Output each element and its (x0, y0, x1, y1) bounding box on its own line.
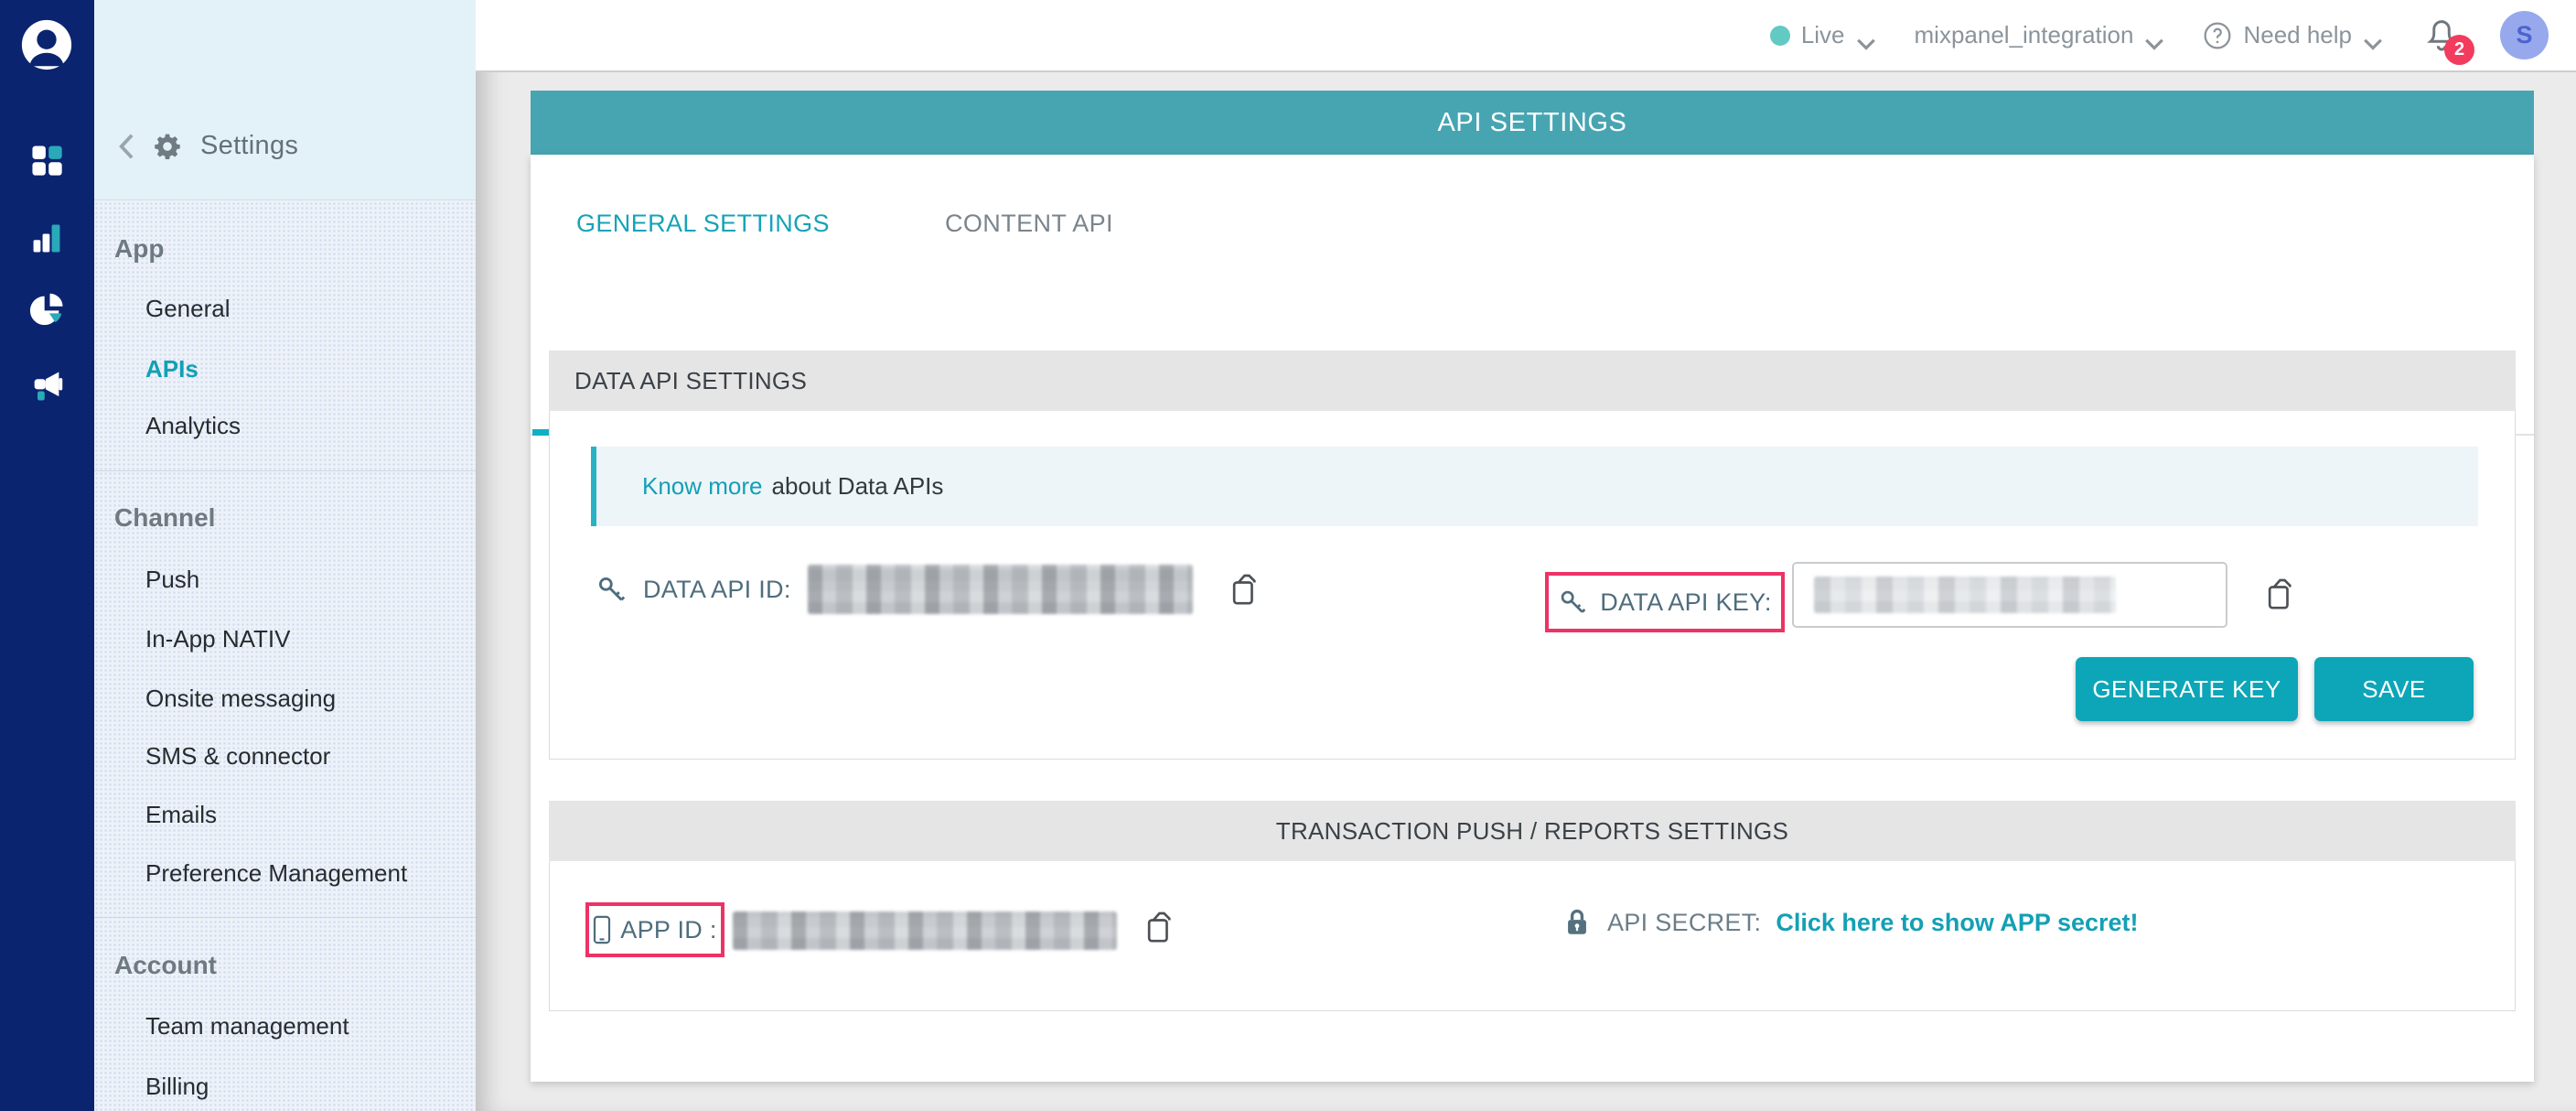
transaction-section-header: TRANSACTION PUSH / REPORTS SETTINGS (549, 801, 2516, 861)
show-app-secret-link[interactable]: Click here to show APP secret! (1776, 909, 2138, 937)
bar-chart-icon[interactable] (24, 218, 70, 258)
sidebar-item-general[interactable]: General (145, 293, 231, 324)
know-more-banner: Know more about Data APIs (591, 447, 2478, 526)
sidebar-divider (94, 917, 476, 918)
help-label: Need help (2243, 21, 2352, 49)
data-api-id-row: DATA API ID: (596, 565, 1261, 614)
live-status-dot (1770, 26, 1790, 46)
api-settings-card: GENERAL SETTINGS CONTENT API DATA API SE… (531, 155, 2534, 1082)
transaction-settings-section: TRANSACTION PUSH / REPORTS SETTINGS APP … (549, 801, 2516, 1011)
copy-app-id-icon[interactable] (1139, 909, 1175, 950)
sidebar-item-billing[interactable]: Billing (145, 1071, 209, 1102)
know-more-text: about Data APIs (772, 472, 944, 501)
data-api-id-label: DATA API ID: (643, 576, 791, 604)
sidebar-item-onsite-messaging[interactable]: Onsite messaging (145, 683, 336, 714)
sidebar-item-inapp-nativ[interactable]: In-App NATIV (145, 623, 290, 654)
transaction-section-title: TRANSACTION PUSH / REPORTS SETTINGS (1276, 817, 1788, 846)
sidebar-item-emails[interactable]: Emails (145, 799, 217, 830)
transaction-section-body: APP ID : (549, 861, 2516, 1011)
sidebar-header: Settings (94, 0, 476, 200)
know-more-link[interactable]: Know more (642, 472, 763, 501)
app-id-value-redacted (733, 911, 1117, 950)
key-icon (596, 574, 627, 605)
data-api-key-value-redacted (1814, 577, 2116, 613)
data-api-key-annotation-box: DATA API KEY: (1545, 572, 1785, 632)
sidebar-item-apis[interactable]: APIs (145, 353, 199, 384)
dashboard-grid-icon[interactable] (24, 140, 70, 180)
page-title-bar: API SETTINGS (531, 91, 2534, 155)
user-avatar[interactable]: S (2500, 11, 2549, 59)
environment-selector[interactable]: Live (1770, 21, 1876, 49)
copy-data-api-key-icon[interactable] (2259, 576, 2296, 617)
copy-data-api-id-icon[interactable] (1224, 571, 1261, 608)
tab-general-settings[interactable]: GENERAL SETTINGS (576, 210, 830, 238)
chevron-down-icon (1856, 29, 1876, 42)
app-rail (0, 0, 94, 1111)
project-name: mixpanel_integration (1915, 21, 2134, 49)
sidebar-section-account: Account (114, 951, 217, 980)
lock-icon (1562, 907, 1593, 938)
notifications-bell[interactable]: 2 (2421, 14, 2462, 58)
notification-count-badge: 2 (2444, 35, 2474, 65)
project-selector[interactable]: mixpanel_integration (1915, 21, 2165, 49)
megaphone-icon[interactable] (24, 366, 70, 406)
gear-icon (153, 132, 182, 161)
sidebar-divider (94, 470, 476, 471)
key-icon (1558, 588, 1587, 617)
sidebar-item-preference-mgmt[interactable]: Preference Management (145, 858, 407, 889)
data-api-section-body: Know more about Data APIs DATA API ID: (549, 411, 2516, 760)
data-api-settings-section: DATA API SETTINGS Know more about Data A… (549, 351, 2516, 760)
sidebar-item-push[interactable]: Push (145, 564, 199, 595)
main-content: Live mixpanel_integration Need help (476, 0, 2576, 1111)
help-circle-icon (2203, 21, 2232, 50)
chevron-down-icon (2363, 29, 2383, 42)
sidebar-item-analytics[interactable]: Analytics (145, 410, 241, 441)
app-id-label: APP ID : (620, 916, 716, 944)
api-secret-row: API SECRET: Click here to show APP secre… (1562, 907, 2139, 938)
data-api-id-value-redacted (808, 565, 1193, 614)
data-api-key-label: DATA API KEY: (1600, 588, 1771, 617)
back-chevron-icon[interactable] (118, 134, 134, 159)
top-bar: Live mixpanel_integration Need help (476, 0, 2576, 72)
data-api-section-header: DATA API SETTINGS (549, 351, 2516, 411)
sidebar-item-sms-connector[interactable]: SMS & connector (145, 740, 330, 771)
chevron-down-icon (2144, 29, 2164, 42)
app-id-annotation-box: APP ID : (585, 902, 724, 957)
save-button[interactable]: SAVE (2314, 657, 2474, 721)
data-api-section-title: DATA API SETTINGS (574, 367, 807, 395)
data-api-key-input[interactable] (1792, 562, 2227, 628)
netcore-logo-icon[interactable] (18, 16, 75, 73)
sidebar-title: Settings (200, 131, 298, 161)
tab-content-api[interactable]: CONTENT API (945, 210, 1113, 238)
page-title: API SETTINGS (1437, 108, 1626, 138)
generate-key-button[interactable]: GENERATE KEY (2076, 657, 2298, 721)
help-menu[interactable]: Need help (2203, 21, 2383, 50)
pie-chart-icon[interactable] (24, 291, 70, 331)
settings-sidebar: Settings App General APIs Analytics Chan… (94, 0, 476, 1111)
sidebar-section-channel: Channel (114, 503, 215, 533)
api-secret-label: API SECRET: (1607, 909, 1761, 937)
sidebar-item-team-management[interactable]: Team management (145, 1010, 349, 1041)
mobile-phone-icon (593, 915, 611, 944)
sidebar-section-app: App (114, 234, 164, 264)
live-label: Live (1801, 21, 1845, 49)
